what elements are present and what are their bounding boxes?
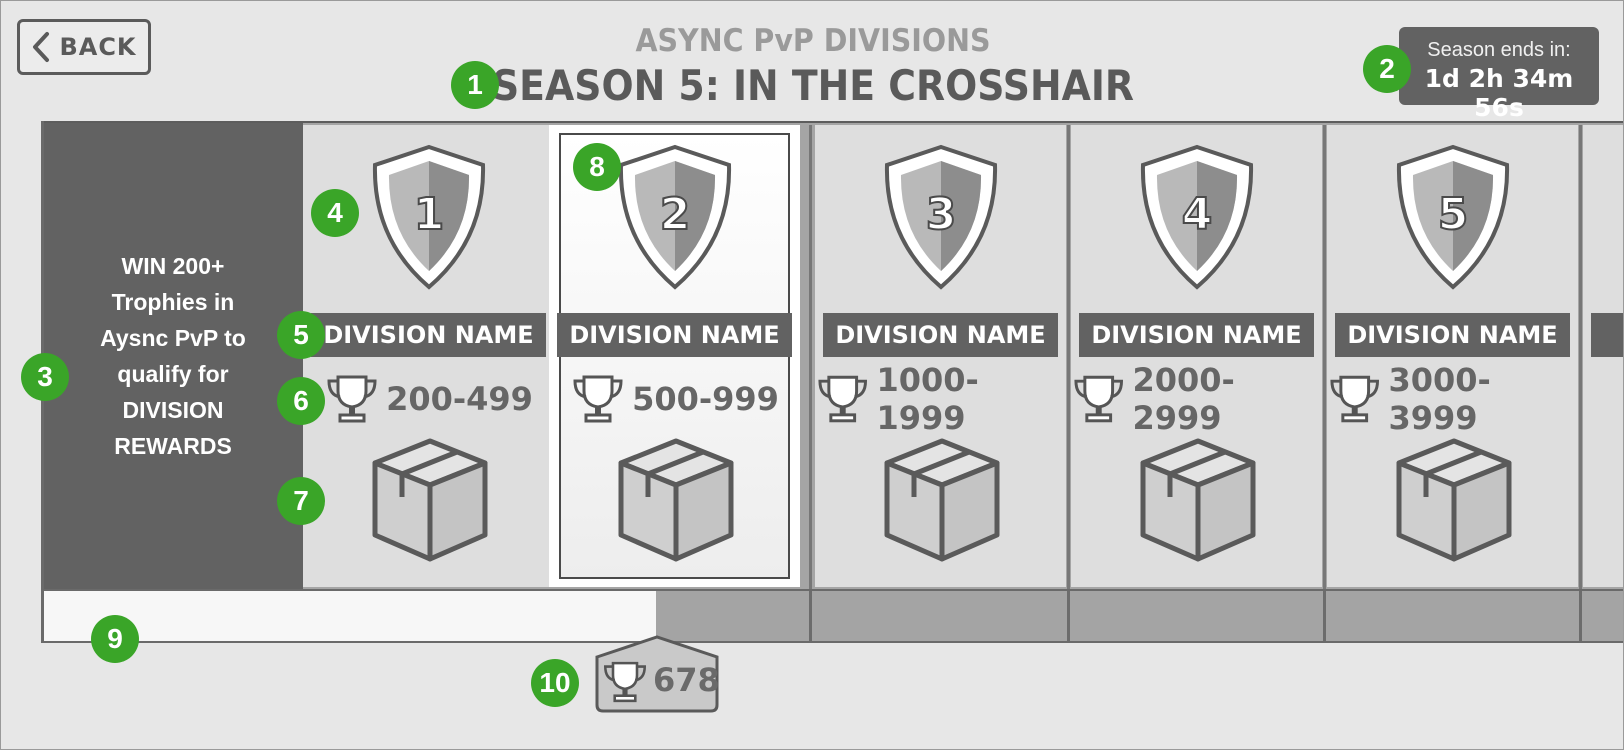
annotation-badge: 5 [277,311,325,359]
reward-box-icon [618,438,734,562]
page-subtitle: ASYNC PvP DIVISIONS [635,23,991,59]
trophy-icon [818,375,867,423]
division-trophy-range: 3000-3999 [1388,361,1491,437]
screen-frame: BACK ASYNC PvP DIVISIONS SEASON 5: IN TH… [0,0,1624,750]
division-number: 3 [926,189,957,240]
annotation-badge: 7 [277,477,325,525]
division-shield-icon: 2 [618,144,732,290]
season-countdown-label: Season ends in: [1427,39,1571,61]
reward-box-icon [372,438,488,562]
qualify-info-text: WIN 200+ Trophies in Aysnc PvP to qualif… [100,253,246,459]
annotation-badge: 3 [21,353,69,401]
division-range-row: 3000-3999 [1327,361,1578,437]
division-range-row: 1000-1999 [815,361,1066,437]
division-number: 5 [1438,189,1469,240]
division-trophy-range: 200-499 [386,380,533,418]
reward-box-icon [1396,438,1512,562]
division-shield-icon: 3 [884,144,998,290]
division-trophy-range: 500-999 [632,380,779,418]
division-shield-icon: 4 [1140,144,1254,290]
progress-segment-divider [1579,591,1582,641]
annotation-badge: 9 [91,615,139,663]
trophy-icon [1074,375,1123,423]
division-range-row: 500-999 [549,371,800,427]
division-number: 2 [660,189,691,240]
division-card-5[interactable]: 5 DIVISION NAME 3000-3999 [1327,125,1578,587]
division-shield-icon: 1 [372,144,486,290]
division-name: DIVISION NAME [311,313,546,357]
division-name: DIVISION NAME [823,313,1058,357]
division-name-partial [1591,313,1623,357]
page-title: SEASON 5: IN THE CROSSHAIR [491,61,1135,110]
division-name: DIVISION NAME [557,313,792,357]
division-card-4[interactable]: 4 DIVISION NAME 2000-2999 [1071,125,1322,587]
annotation-badge: 2 [1363,45,1411,93]
current-trophy-count: 678 [653,661,720,699]
reward-box-icon [1140,438,1256,562]
division-shield-icon: 5 [1396,144,1510,290]
division-trophy-range: 2000-2999 [1132,361,1235,437]
trophy-progress-bar [43,589,1623,643]
division-card-3[interactable]: 3 DIVISION NAME 1000-1999 [815,125,1066,587]
trophy-icon [1330,375,1379,423]
division-trophy-range: 1000-1999 [876,361,979,437]
division-card-next-partial[interactable] [1583,125,1623,587]
trophy-icon [573,375,623,423]
division-range-row: 200-499 [303,371,554,427]
division-number: 4 [1182,189,1213,240]
progress-segment-divider [809,591,812,641]
division-number: 1 [414,189,445,240]
chevron-left-icon [33,32,50,62]
card-divider [1579,125,1582,591]
annotation-badge: 1 [451,61,499,109]
division-name: DIVISION NAME [1079,313,1314,357]
division-card-2[interactable]: 2 DIVISION NAME 500-999 [549,125,800,587]
qualify-info-panel: WIN 200+ Trophies in Aysnc PvP to qualif… [43,123,303,589]
season-countdown: Season ends in: 1d 2h 34m 56s [1399,27,1599,122]
annotation-badge: 6 [277,377,325,425]
reward-box-icon [884,438,1000,562]
trophy-icon [603,661,647,703]
season-countdown-time: 1d 2h 34m 56s [1424,64,1574,122]
division-range-row: 2000-2999 [1071,361,1322,437]
card-divider [809,125,812,591]
annotation-badge: 8 [573,143,621,191]
annotation-badge: 10 [531,659,579,707]
card-divider [1323,125,1326,591]
card-divider [1067,125,1070,591]
progress-segment-divider [1067,591,1070,641]
division-name: DIVISION NAME [1335,313,1570,357]
annotation-badge: 4 [311,189,359,237]
progress-segment-divider [1323,591,1326,641]
trophy-icon [327,375,377,423]
